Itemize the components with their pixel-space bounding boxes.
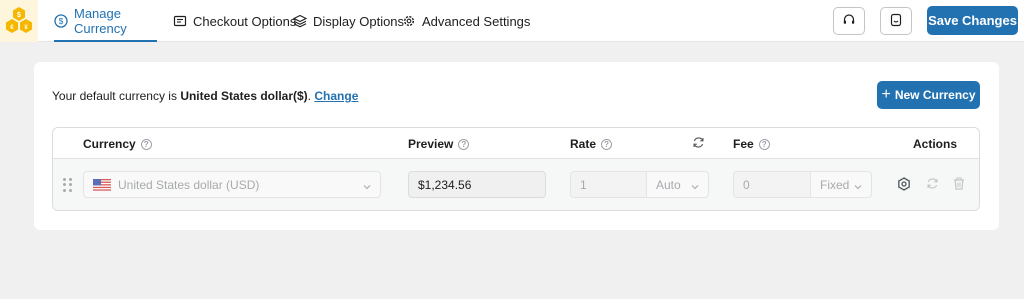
default-currency-name: United States dollar($) bbox=[180, 89, 308, 103]
header-actions: Actions bbox=[913, 137, 957, 151]
tab-checkout-options[interactable]: Checkout Options bbox=[173, 0, 296, 42]
new-currency-label: New Currency bbox=[894, 88, 976, 102]
header-preview-label: Preview bbox=[408, 137, 454, 151]
tab-label: Display Options bbox=[313, 13, 405, 29]
default-currency-suffix: . bbox=[307, 89, 312, 103]
app-logo[interactable]: $ € ¥ bbox=[0, 0, 38, 42]
rate-input[interactable]: 1 bbox=[570, 171, 647, 198]
receipt-icon bbox=[173, 14, 187, 28]
preview-field: $1,234.56 bbox=[408, 171, 546, 198]
help-icon[interactable]: ? bbox=[140, 138, 152, 150]
tab-label: Advanced Settings bbox=[422, 13, 531, 29]
drag-handle-icon[interactable] bbox=[63, 178, 73, 192]
tab-manage-currency[interactable]: $ Manage Currency bbox=[54, 0, 157, 42]
currency-settings-button[interactable] bbox=[896, 176, 912, 194]
header-rate-label: Rate bbox=[570, 137, 597, 151]
table-row: United States dollar (USD) $1,234.56 1 A… bbox=[53, 159, 979, 210]
document-icon bbox=[889, 13, 903, 30]
save-changes-button[interactable]: Save Changes bbox=[927, 6, 1018, 35]
default-currency-line: Your default currency is United States d… bbox=[52, 89, 358, 103]
svg-text:$: $ bbox=[59, 16, 64, 26]
headset-icon bbox=[842, 13, 856, 30]
refresh-rates-button[interactable] bbox=[692, 136, 705, 152]
help-icon[interactable]: ? bbox=[758, 138, 770, 150]
chevron-down-icon bbox=[363, 180, 371, 190]
documentation-button[interactable] bbox=[880, 7, 912, 35]
rate-mode-value: Auto bbox=[656, 177, 681, 192]
fee-mode-select[interactable]: Fixed bbox=[810, 171, 872, 198]
support-button[interactable] bbox=[833, 7, 865, 35]
layers-icon bbox=[293, 14, 307, 28]
tab-display-options[interactable]: Display Options bbox=[293, 0, 404, 42]
sync-rate-button[interactable] bbox=[924, 177, 940, 193]
us-flag-icon bbox=[93, 178, 111, 191]
new-currency-button[interactable]: + New Currency bbox=[877, 81, 980, 109]
table-header: Currency ? Preview ? Rate ? Fee ? Action… bbox=[53, 128, 979, 159]
chevron-down-icon bbox=[854, 180, 862, 190]
trash-icon bbox=[953, 177, 965, 193]
fee-input[interactable]: 0 bbox=[733, 171, 811, 198]
currency-table: Currency ? Preview ? Rate ? Fee ? Action… bbox=[52, 127, 980, 211]
header-actions-label: Actions bbox=[913, 137, 958, 151]
header-currency-label: Currency bbox=[83, 137, 136, 151]
help-icon[interactable]: ? bbox=[601, 138, 613, 150]
tab-label: Checkout Options bbox=[193, 13, 297, 29]
header-currency: Currency ? bbox=[83, 137, 152, 151]
header-fee: Fee ? bbox=[733, 137, 770, 151]
honeycomb-logo-icon: $ € ¥ bbox=[6, 7, 32, 33]
change-default-link[interactable]: Change bbox=[314, 89, 358, 103]
gear-icon bbox=[402, 14, 416, 28]
rate-mode-select[interactable]: Auto bbox=[646, 171, 709, 198]
refresh-icon bbox=[692, 136, 705, 152]
top-bar: $ € ¥ $ Manage Currency Checkout Options… bbox=[0, 0, 1024, 42]
dollar-circle-icon: $ bbox=[54, 14, 68, 28]
settings-hexagon-icon bbox=[897, 176, 911, 194]
refresh-icon bbox=[926, 177, 939, 193]
default-currency-prefix: Your default currency is bbox=[52, 89, 177, 103]
help-icon[interactable]: ? bbox=[458, 138, 470, 150]
svg-text:$: $ bbox=[17, 12, 21, 19]
currency-select-value: United States dollar (USD) bbox=[118, 177, 260, 192]
header-rate: Rate ? bbox=[570, 137, 613, 151]
tab-advanced-settings[interactable]: Advanced Settings bbox=[402, 0, 530, 42]
delete-currency-button[interactable] bbox=[951, 177, 967, 193]
currency-select[interactable]: United States dollar (USD) bbox=[83, 171, 381, 198]
header-preview: Preview ? bbox=[408, 137, 470, 151]
currency-card: Your default currency is United States d… bbox=[34, 62, 999, 230]
plus-icon: + bbox=[881, 86, 891, 103]
chevron-down-icon bbox=[691, 180, 699, 190]
fee-mode-value: Fixed bbox=[820, 177, 850, 192]
tab-label: Manage Currency bbox=[74, 6, 127, 36]
header-fee-label: Fee bbox=[733, 137, 754, 151]
